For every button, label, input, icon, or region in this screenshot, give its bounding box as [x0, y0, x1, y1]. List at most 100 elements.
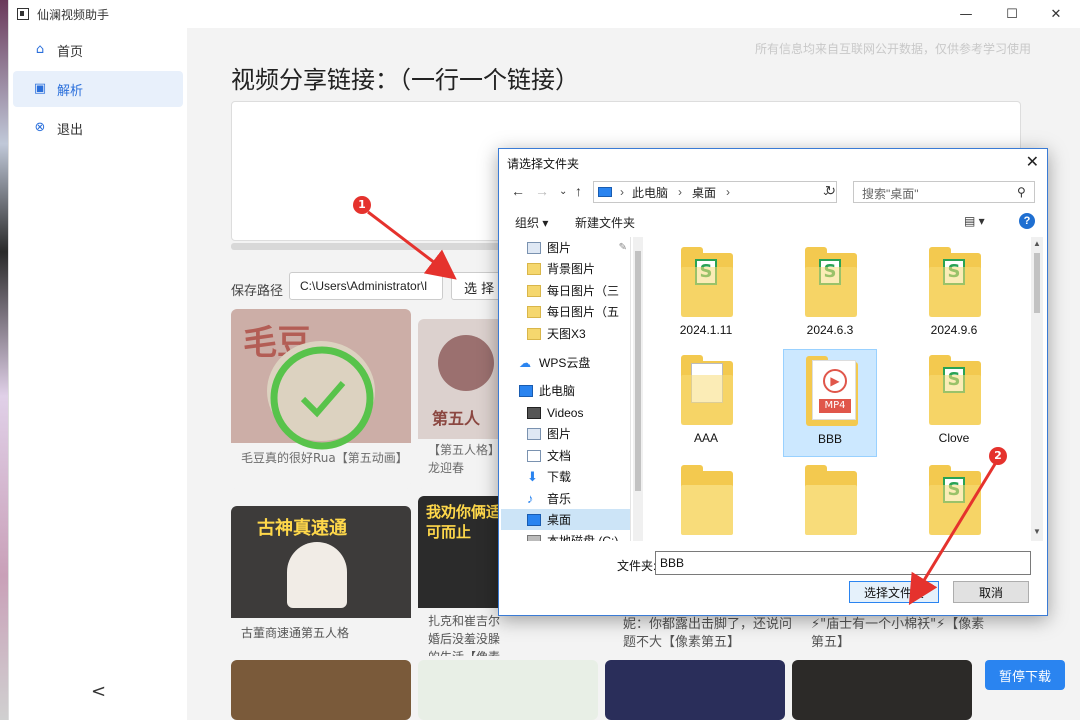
tree-item-label: 图片	[547, 241, 572, 255]
tree-item[interactable]: 天图X3	[501, 323, 630, 344]
document-icon	[527, 449, 541, 462]
video-folder-icon	[527, 406, 541, 419]
tree-item[interactable]: 图片 ✎	[501, 237, 630, 258]
folder-item[interactable]	[783, 459, 877, 541]
maximize-icon[interactable]: ☐	[989, 0, 1035, 28]
tree-item[interactable]: Videos	[501, 402, 630, 423]
folder-icon	[527, 262, 541, 275]
folder-name: BBB	[817, 432, 842, 446]
pin-icon: ✎	[618, 242, 627, 253]
folder-icon	[681, 463, 733, 535]
file-grid-scrollbar[interactable]: ▲ ▼	[1031, 237, 1043, 541]
folder-item[interactable]: S	[907, 459, 1001, 541]
collapse-sidebar-button[interactable]: <	[91, 681, 106, 702]
tree-item[interactable]: 图片	[501, 423, 630, 444]
back-arrow-icon[interactable]: ←	[511, 183, 525, 199]
refresh-icon[interactable]: ↻	[825, 183, 836, 199]
new-folder-button[interactable]: 新建文件夹	[575, 214, 635, 231]
desktop-background	[0, 0, 8, 720]
tree-item-label: 桌面	[547, 513, 572, 527]
video-caption: 毛豆真的很好Rua【第五动画】	[241, 451, 408, 465]
scroll-down-icon[interactable]: ▼	[1033, 527, 1041, 536]
select-folder-button[interactable]: 选择文件夹	[849, 581, 939, 603]
tree-item[interactable]: 背景图片	[501, 258, 630, 279]
scroll-up-icon[interactable]: ▲	[1033, 239, 1041, 248]
video-thumbnail: 第五人	[418, 319, 508, 439]
tree-item[interactable]: 桌面	[501, 509, 630, 530]
file-grid: S 2024.1.11 S 2024.6.3 S 2024.9.6 AAA ▶M…	[645, 237, 1029, 541]
wps-folder-icon: S	[929, 353, 981, 425]
tree-item[interactable]: 本地磁盘 (C:)	[501, 530, 630, 541]
address-bar[interactable]: › 此电脑 › 桌面 › ⌄	[593, 181, 837, 203]
tree-item[interactable]: 每日图片（五	[501, 301, 630, 322]
up-arrow-icon[interactable]: ↑	[575, 183, 582, 199]
dialog-title: 请选择文件夹	[507, 157, 580, 171]
save-path-input[interactable]: C:\Users\Administrator\I	[289, 272, 443, 300]
video-card[interactable]: 第五人 【第五人格】龙迎春	[418, 319, 508, 489]
video-thumbnail: 古神真速通	[231, 506, 411, 618]
folder-item[interactable]	[659, 459, 753, 541]
organize-menu[interactable]: 组织 ▾	[515, 214, 548, 231]
folder-name: AAA	[693, 431, 718, 445]
tree-item[interactable]: 文档	[501, 445, 630, 466]
video-thumbnail: 毛豆	[231, 309, 411, 450]
thumbnail-title: 第五人	[432, 409, 481, 428]
dialog-toolbar: 组织 ▾ 新建文件夹 ▤ ▾ ?	[499, 209, 1047, 235]
wps-folder-icon: S	[681, 245, 733, 317]
breadcrumb-root[interactable]: 此电脑	[632, 184, 668, 201]
tree-item[interactable]: 此电脑	[501, 380, 630, 401]
breadcrumb-current[interactable]: 桌面	[692, 184, 716, 201]
folder-item-selected[interactable]: ▶ MP4 BBB	[783, 349, 877, 457]
tree-item-label: 文档	[547, 449, 572, 463]
folder-item[interactable]: S 2024.9.6	[907, 241, 1001, 349]
annotation-badge-2: 2	[989, 447, 1007, 465]
video-thumbnail[interactable]	[418, 660, 598, 720]
video-caption: 扎克和崔吉尔婚后没羞没臊的生活【像素第五】	[428, 614, 501, 656]
view-options-icon[interactable]: ▤ ▾	[964, 214, 985, 228]
tree-item[interactable]: ♪ 音乐	[501, 488, 630, 509]
folder-item[interactable]: S 2024.1.11	[659, 241, 753, 349]
video-thumbnail[interactable]	[605, 660, 785, 720]
forward-arrow-icon[interactable]: →	[535, 183, 549, 199]
thumbnail-title: 我劝你俩适可而止	[426, 503, 502, 541]
video-card[interactable]: 毛豆 毛豆真的很好Rua【第五动画】	[231, 309, 411, 489]
tree-item[interactable]: 每日图片（三	[501, 280, 630, 301]
folder-tree: 图片 ✎ 背景图片 每日图片（三 每日图片（五 天图X3 ☁ WPS云盘 此电脑 V…	[501, 237, 631, 541]
search-input[interactable]: 搜索"桌面"	[853, 181, 1035, 203]
dialog-close-icon[interactable]: ✕	[1026, 152, 1039, 172]
folder-icon	[527, 284, 541, 297]
recent-dropdown-icon[interactable]: ⌄	[559, 186, 567, 197]
tree-item[interactable]: ☁ WPS云盘	[501, 352, 630, 373]
video-card[interactable]: 古神真速通 古董商速通第五人格	[231, 506, 411, 656]
folder-item[interactable]: S 2024.6.3	[783, 241, 877, 349]
folder-name-input[interactable]: BBB	[655, 551, 1031, 575]
sidebar-item-home[interactable]: ⌂ 首页	[13, 32, 183, 68]
video-caption: 古董商速通第五人格	[241, 626, 350, 640]
tree-item-label: 每日图片（三	[547, 284, 620, 298]
tree-scrollbar[interactable]	[633, 237, 643, 541]
document-folder-icon	[681, 353, 733, 425]
close-icon[interactable]: ✕	[1033, 0, 1079, 28]
tree-item-label: WPS云盘	[539, 356, 591, 370]
tree-item[interactable]: ⬇ 下载	[501, 466, 630, 487]
video-caption: 妮：你都露出击脚了，还说问题不大【像素第五】	[623, 617, 793, 650]
exit-icon: ⊗	[34, 120, 46, 135]
folder-name: 2024.1.11	[679, 323, 733, 337]
tree-item-label: 音乐	[547, 492, 572, 506]
cancel-button[interactable]: 取消	[953, 581, 1029, 603]
folder-item[interactable]: AAA	[659, 349, 753, 457]
app-icon	[17, 8, 29, 20]
music-icon: ♪	[527, 490, 534, 506]
help-icon[interactable]: ?	[1019, 213, 1035, 229]
folder-picker-dialog: 请选择文件夹 ✕ ← → ⌄ ↑ › 此电脑 › 桌面 › ⌄ ↻ 搜索"桌面"…	[498, 148, 1048, 616]
minimize-icon[interactable]: —	[943, 0, 989, 28]
pause-download-button[interactable]: 暂停下载	[985, 660, 1065, 690]
sidebar-item-parse[interactable]: ▣ 解析	[13, 71, 183, 107]
breadcrumb-separator-icon: ›	[726, 185, 731, 199]
video-card[interactable]: 我劝你俩适可而止 扎克和崔吉尔婚后没羞没臊的生活【像素第五】	[418, 496, 508, 656]
sidebar-item-exit[interactable]: ⊗ 退出	[13, 110, 183, 146]
folder-item[interactable]: S Clove	[907, 349, 1001, 457]
video-thumbnail[interactable]	[231, 660, 411, 720]
cloud-icon: ☁	[519, 355, 531, 370]
video-thumbnail[interactable]	[792, 660, 972, 720]
